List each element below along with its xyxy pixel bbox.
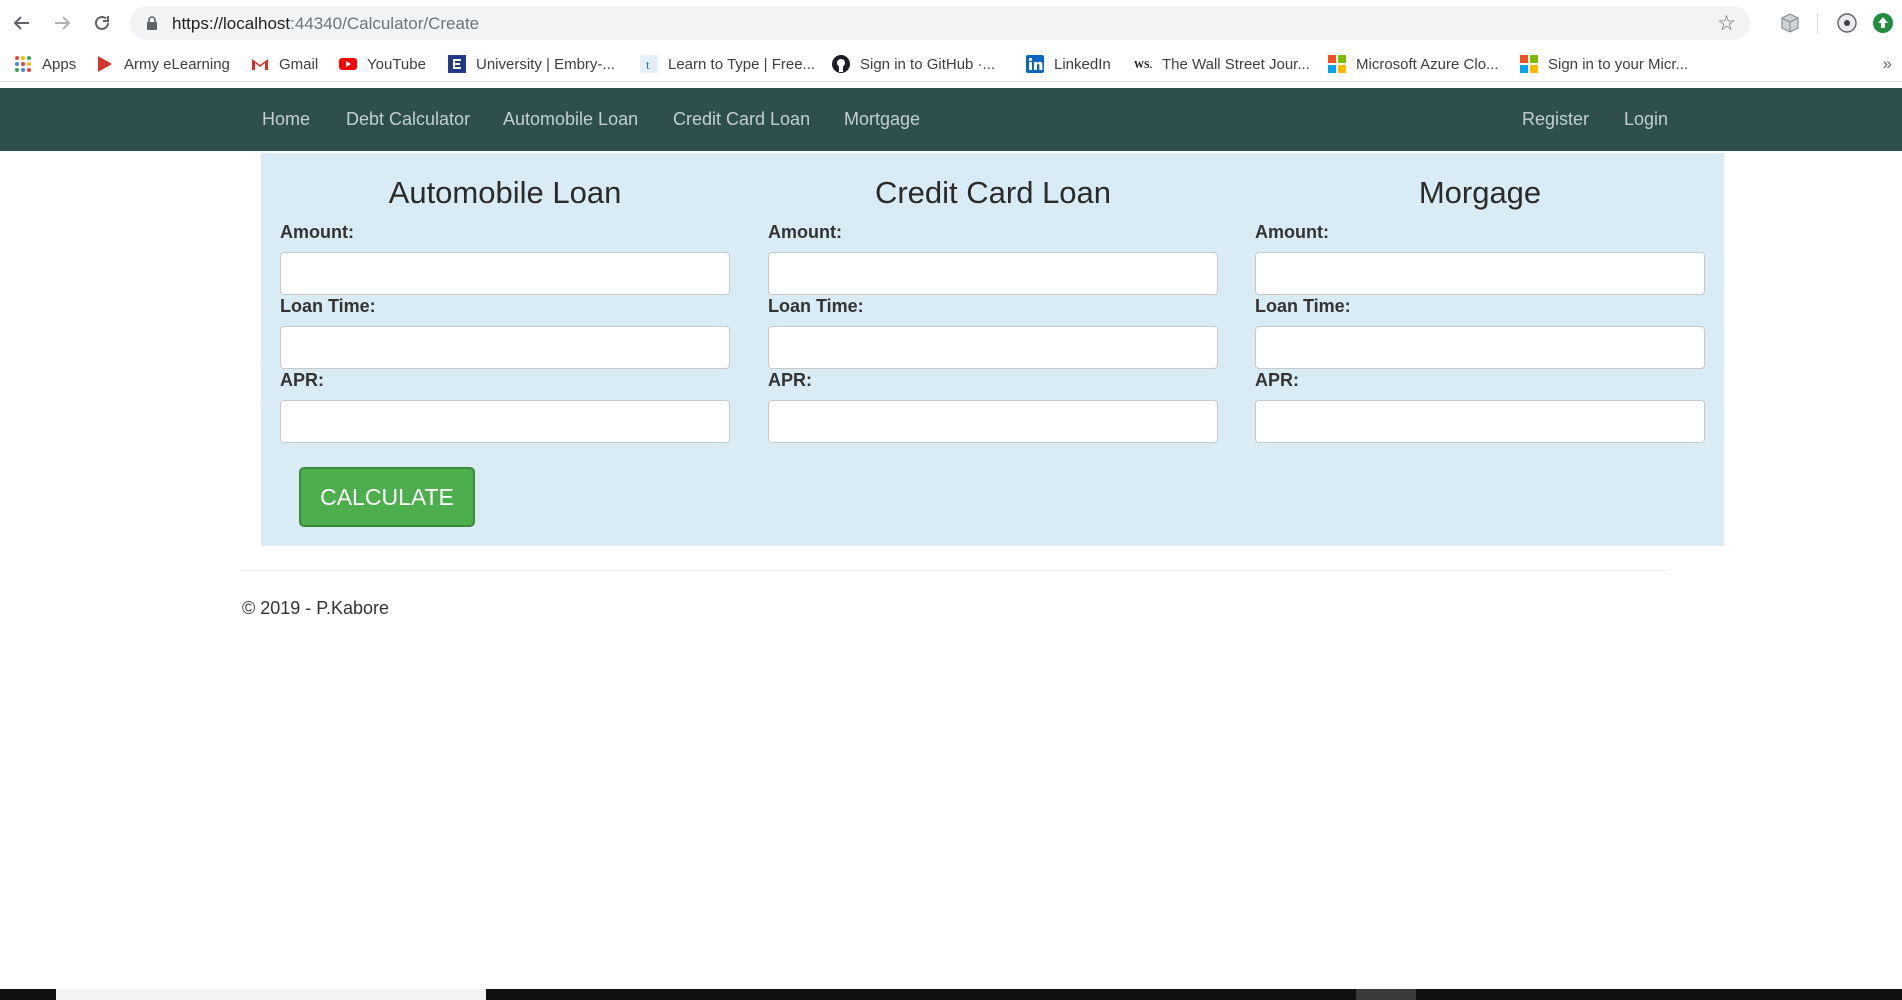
url-host: https://localhost (172, 14, 291, 33)
auto-apr-input[interactable] (280, 400, 730, 443)
bookmark-linkedin[interactable]: LinkedIn (1026, 54, 1111, 74)
typing-icon: t (640, 55, 658, 73)
footer-divider (242, 570, 1668, 571)
credit-loan-time-input[interactable] (768, 326, 1218, 369)
toolbar-divider (1817, 12, 1818, 34)
apr-label: APR: (768, 370, 812, 390)
loan-time-label: Loan Time: (768, 296, 864, 316)
mortgage-loan-time-input[interactable] (1255, 326, 1705, 369)
bookmark-label: The Wall Street Jour... (1162, 55, 1310, 73)
forward-button[interactable] (50, 11, 74, 35)
bookmarks-overflow-button[interactable]: » (1883, 54, 1892, 74)
credit-amount-input[interactable] (768, 252, 1218, 295)
site-navbar: Home Debt Calculator Automobile Loan Cre… (0, 88, 1902, 151)
bookmark-army-elearning[interactable]: Army eLearning (96, 54, 230, 74)
mortgage-apr-input[interactable] (1255, 400, 1705, 443)
microsoft-icon (1328, 55, 1346, 73)
auto-loan-time-input[interactable] (280, 326, 730, 369)
bookmark-github[interactable]: Sign in to GitHub ·... (832, 54, 995, 74)
svg-text:t: t (646, 57, 650, 72)
extension-cube-icon[interactable] (1779, 12, 1801, 34)
apr-label: APR: (1255, 370, 1299, 390)
apr-label: APR: (280, 370, 324, 390)
bookmark-learn-to-type[interactable]: t Learn to Type | Free... (640, 54, 815, 74)
page: https://localhost:44340/Calculator/Creat… (0, 0, 1902, 1000)
url-path: :44340/Calculator/Create (290, 14, 480, 33)
lock-icon (147, 16, 157, 30)
footer-copyright: © 2019 - P.Kabore (242, 598, 390, 618)
bookmark-wsj[interactable]: WSJ The Wall Street Jour... (1134, 54, 1310, 74)
bookmark-label: University | Embry-... (476, 55, 615, 73)
calculator-panel: Automobile Loan Amount: Loan Time: APR: … (261, 153, 1724, 546)
taskbar-search-box[interactable] (56, 989, 486, 1000)
bookmark-university[interactable]: University | Embry-... (448, 54, 615, 74)
bookmark-label: YouTube (367, 55, 426, 73)
bookmark-youtube[interactable]: YouTube (339, 54, 426, 74)
nav-register[interactable]: Register (1522, 109, 1589, 130)
bookmark-label: LinkedIn (1054, 55, 1111, 73)
bookmark-apps[interactable]: Apps (14, 54, 76, 74)
reload-button[interactable] (90, 11, 114, 35)
star-icon[interactable]: ☆ (1717, 11, 1736, 36)
credit-apr-input[interactable] (768, 400, 1218, 443)
arrow-right-icon (55, 16, 71, 30)
amount-label: Amount: (1255, 222, 1329, 242)
wsj-icon: WSJ (1134, 60, 1152, 71)
bookmark-label: Microsoft Azure Clo... (1356, 55, 1499, 73)
bookmark-label: Learn to Type | Free... (668, 55, 816, 73)
nav-credit-card-loan[interactable]: Credit Card Loan (673, 109, 810, 130)
bookmark-label: Army eLearning (124, 55, 230, 73)
extension-ball-icon[interactable] (1836, 12, 1858, 34)
amount-label: Amount: (280, 222, 354, 242)
bookmark-microsoft-signin[interactable]: Sign in to your Micr... (1520, 54, 1688, 74)
university-icon (448, 55, 466, 73)
apps-grid-icon (15, 56, 31, 72)
svg-text:WSJ: WSJ (1134, 60, 1152, 71)
column-title: Morgage (1418, 175, 1542, 210)
browser-toolbar: https://localhost:44340/Calculator/Creat… (0, 0, 1902, 46)
loan-time-label: Loan Time: (280, 296, 376, 316)
loan-time-label: Loan Time: (1255, 296, 1351, 316)
column-title: Credit Card Loan (874, 175, 1112, 210)
bookmark-microsoft-azure[interactable]: Microsoft Azure Clo... (1328, 54, 1499, 74)
nav-mortgage[interactable]: Mortgage (844, 109, 920, 130)
reload-icon (95, 15, 109, 30)
auto-amount-input[interactable] (280, 252, 730, 295)
column-title: Automobile Loan (388, 175, 622, 210)
url-text: https://localhost:44340/Calculator/Creat… (172, 14, 479, 34)
calculate-button[interactable]: CALCULATE (299, 467, 475, 527)
taskbar-active-app[interactable] (1356, 989, 1416, 1000)
youtube-icon (339, 58, 357, 70)
bookmark-label: Apps (42, 55, 77, 73)
address-bar[interactable]: https://localhost:44340/Calculator/Creat… (130, 6, 1750, 40)
arrow-left-icon (13, 16, 29, 30)
bookmarks-bar: Apps Army eLearning Gmail YouTube Univer… (0, 46, 1902, 82)
bookmark-label: Gmail (279, 55, 319, 73)
nav-debt-calculator[interactable]: Debt Calculator (346, 109, 470, 130)
back-button[interactable] (10, 11, 34, 35)
bookmark-label: Sign in to GitHub ·... (860, 55, 996, 73)
bookmark-gmail[interactable]: Gmail (251, 54, 318, 74)
update-icon[interactable] (1872, 12, 1894, 34)
bookmark-label: Sign in to your Micr... (1548, 55, 1689, 73)
amount-label: Amount: (768, 222, 842, 242)
microsoft-icon (1520, 55, 1538, 73)
nav-login[interactable]: Login (1624, 109, 1668, 130)
gmail-icon (252, 59, 268, 70)
nav-home[interactable]: Home (262, 109, 310, 130)
nav-automobile-loan[interactable]: Automobile Loan (503, 109, 638, 130)
mortgage-amount-input[interactable] (1255, 252, 1705, 295)
linkedin-icon (1026, 55, 1044, 73)
army-icon (98, 56, 112, 72)
github-icon (832, 55, 850, 73)
